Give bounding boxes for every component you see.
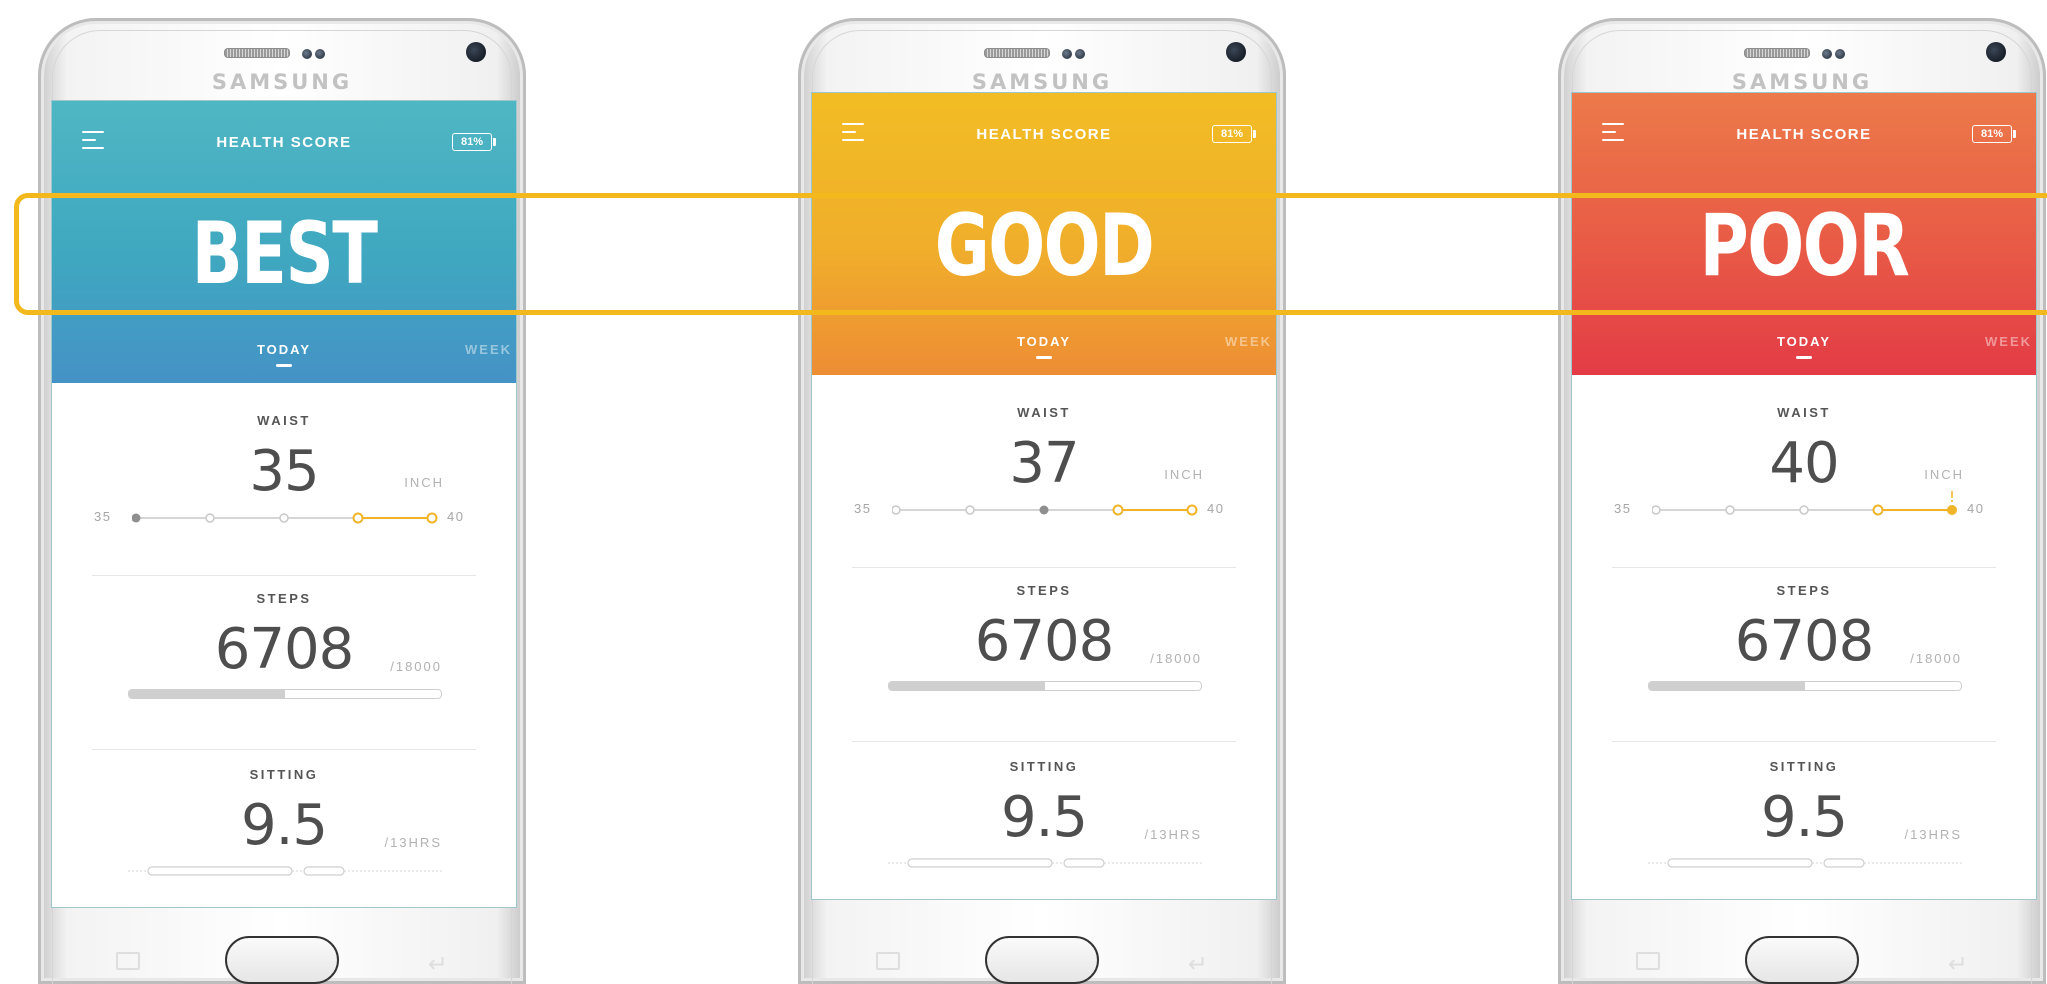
sitting-value: 9.5 bbox=[1760, 785, 1848, 850]
recent-apps-icon[interactable] bbox=[1636, 952, 1660, 970]
battery-icon: 81% bbox=[1212, 125, 1256, 143]
phone-best: SAMSUNG HEALTH SCORE 81% BEST TODAY WEEK… bbox=[38, 18, 526, 984]
brand-logo: SAMSUNG bbox=[1731, 70, 1873, 94]
steps-value: 6708 bbox=[1734, 609, 1875, 674]
sitting-label: SITTING bbox=[249, 767, 319, 782]
divider bbox=[852, 741, 1236, 742]
tab-today[interactable]: TODAY bbox=[812, 334, 1276, 349]
tab-today[interactable]: TODAY bbox=[1572, 334, 2036, 349]
waist-metric: WAIST 35 INCH 35 40 bbox=[52, 413, 516, 553]
brand-logo: SAMSUNG bbox=[211, 70, 353, 94]
tab-week[interactable]: WEEK bbox=[1225, 334, 1272, 349]
steps-label: STEPS bbox=[1776, 583, 1832, 598]
waist-label: WAIST bbox=[1017, 405, 1071, 420]
waist-metric: WAIST 40 INCH 35 40 bbox=[1572, 405, 2036, 545]
waist-scale-min: 35 bbox=[1614, 501, 1632, 516]
waist-slider[interactable] bbox=[1652, 487, 1966, 517]
waist-value: 37 bbox=[1009, 431, 1079, 496]
waist-slider[interactable] bbox=[892, 503, 1206, 517]
recent-apps-icon[interactable] bbox=[116, 952, 140, 970]
recent-apps-icon[interactable] bbox=[876, 952, 900, 970]
app-title: HEALTH SCORE bbox=[1736, 126, 1872, 143]
divider bbox=[852, 567, 1236, 568]
back-icon[interactable]: ↵ bbox=[428, 950, 448, 979]
steps-goal: /18000 bbox=[390, 659, 442, 674]
waist-scale-min: 35 bbox=[854, 501, 872, 516]
waist-unit: INCH bbox=[1164, 467, 1204, 482]
tab-indicator bbox=[1796, 356, 1812, 359]
hardware-nav-bar: ↵ bbox=[1558, 914, 2046, 984]
sitting-bar bbox=[888, 858, 1204, 868]
phone-poor: SAMSUNG HEALTH SCORE 81% POOR TODAY WEEK… bbox=[1558, 18, 2046, 984]
waist-scale-max: 40 bbox=[1207, 501, 1225, 516]
waist-value: 35 bbox=[249, 439, 319, 504]
waist-scale-max: 40 bbox=[447, 509, 465, 524]
tab-week[interactable]: WEEK bbox=[1985, 334, 2032, 349]
sitting-bar bbox=[128, 866, 444, 876]
back-icon[interactable]: ↵ bbox=[1948, 950, 1968, 979]
waist-slider[interactable] bbox=[132, 511, 446, 525]
hardware-nav-bar: ↵ bbox=[798, 914, 1286, 984]
divider bbox=[1612, 741, 1996, 742]
divider bbox=[92, 575, 476, 576]
sitting-metric: SITTING 9.5 /13HRS bbox=[1572, 759, 2036, 899]
tab-week[interactable]: WEEK bbox=[465, 342, 512, 357]
front-camera bbox=[466, 42, 486, 62]
tab-indicator bbox=[1036, 356, 1052, 359]
home-button[interactable] bbox=[1745, 936, 1859, 984]
sitting-value: 9.5 bbox=[240, 793, 328, 858]
sitting-label: SITTING bbox=[1009, 759, 1079, 774]
waist-label: WAIST bbox=[1777, 405, 1831, 420]
steps-progress-bar bbox=[1648, 681, 1962, 691]
speaker-grille bbox=[224, 48, 290, 58]
phone-good: SAMSUNG HEALTH SCORE 81% GOOD TODAY WEEK… bbox=[798, 18, 1286, 984]
battery-icon: 81% bbox=[452, 133, 496, 151]
home-button[interactable] bbox=[985, 936, 1099, 984]
front-camera bbox=[1226, 42, 1246, 62]
sitting-goal: /13HRS bbox=[384, 835, 442, 850]
steps-goal: /18000 bbox=[1910, 651, 1962, 666]
tab-indicator bbox=[276, 364, 292, 367]
speaker-grille bbox=[984, 48, 1050, 58]
waist-scale-max: 40 bbox=[1967, 501, 1985, 516]
steps-goal: /18000 bbox=[1150, 651, 1202, 666]
battery-icon: 81% bbox=[1972, 125, 2016, 143]
waist-unit: INCH bbox=[404, 475, 444, 490]
steps-value: 6708 bbox=[214, 617, 355, 682]
front-camera bbox=[1986, 42, 2006, 62]
divider bbox=[1612, 567, 1996, 568]
steps-metric: STEPS 6708 /18000 bbox=[812, 583, 1276, 723]
front-sensors bbox=[1062, 46, 1088, 64]
sitting-value: 9.5 bbox=[1000, 785, 1088, 850]
steps-progress-bar bbox=[128, 689, 442, 699]
steps-value: 6708 bbox=[974, 609, 1115, 674]
sitting-goal: /13HRS bbox=[1904, 827, 1962, 842]
waist-scale-min: 35 bbox=[94, 509, 112, 524]
steps-label: STEPS bbox=[1016, 583, 1072, 598]
front-sensors bbox=[1822, 46, 1848, 64]
divider bbox=[92, 749, 476, 750]
tab-today[interactable]: TODAY bbox=[52, 342, 516, 357]
speaker-grille bbox=[1744, 48, 1810, 58]
sitting-metric: SITTING 9.5 /13HRS bbox=[812, 759, 1276, 899]
sitting-goal: /13HRS bbox=[1144, 827, 1202, 842]
hardware-nav-bar: ↵ bbox=[38, 914, 526, 984]
steps-metric: STEPS 6708 /18000 bbox=[1572, 583, 2036, 723]
waist-metric: WAIST 37 INCH 35 40 bbox=[812, 405, 1276, 545]
sitting-metric: SITTING 9.5 /13HRS bbox=[52, 767, 516, 907]
sitting-label: SITTING bbox=[1769, 759, 1839, 774]
sitting-bar bbox=[1648, 858, 1964, 868]
steps-label: STEPS bbox=[256, 591, 312, 606]
front-sensors bbox=[302, 46, 328, 64]
app-title: HEALTH SCORE bbox=[216, 134, 352, 151]
back-icon[interactable]: ↵ bbox=[1188, 950, 1208, 979]
app-title: HEALTH SCORE bbox=[976, 126, 1112, 143]
score-highlight-frame bbox=[14, 193, 2047, 315]
waist-label: WAIST bbox=[257, 413, 311, 428]
brand-logo: SAMSUNG bbox=[971, 70, 1113, 94]
steps-metric: STEPS 6708 /18000 bbox=[52, 591, 516, 731]
steps-progress-bar bbox=[888, 681, 1202, 691]
waist-unit: INCH bbox=[1924, 467, 1964, 482]
home-button[interactable] bbox=[225, 936, 339, 984]
